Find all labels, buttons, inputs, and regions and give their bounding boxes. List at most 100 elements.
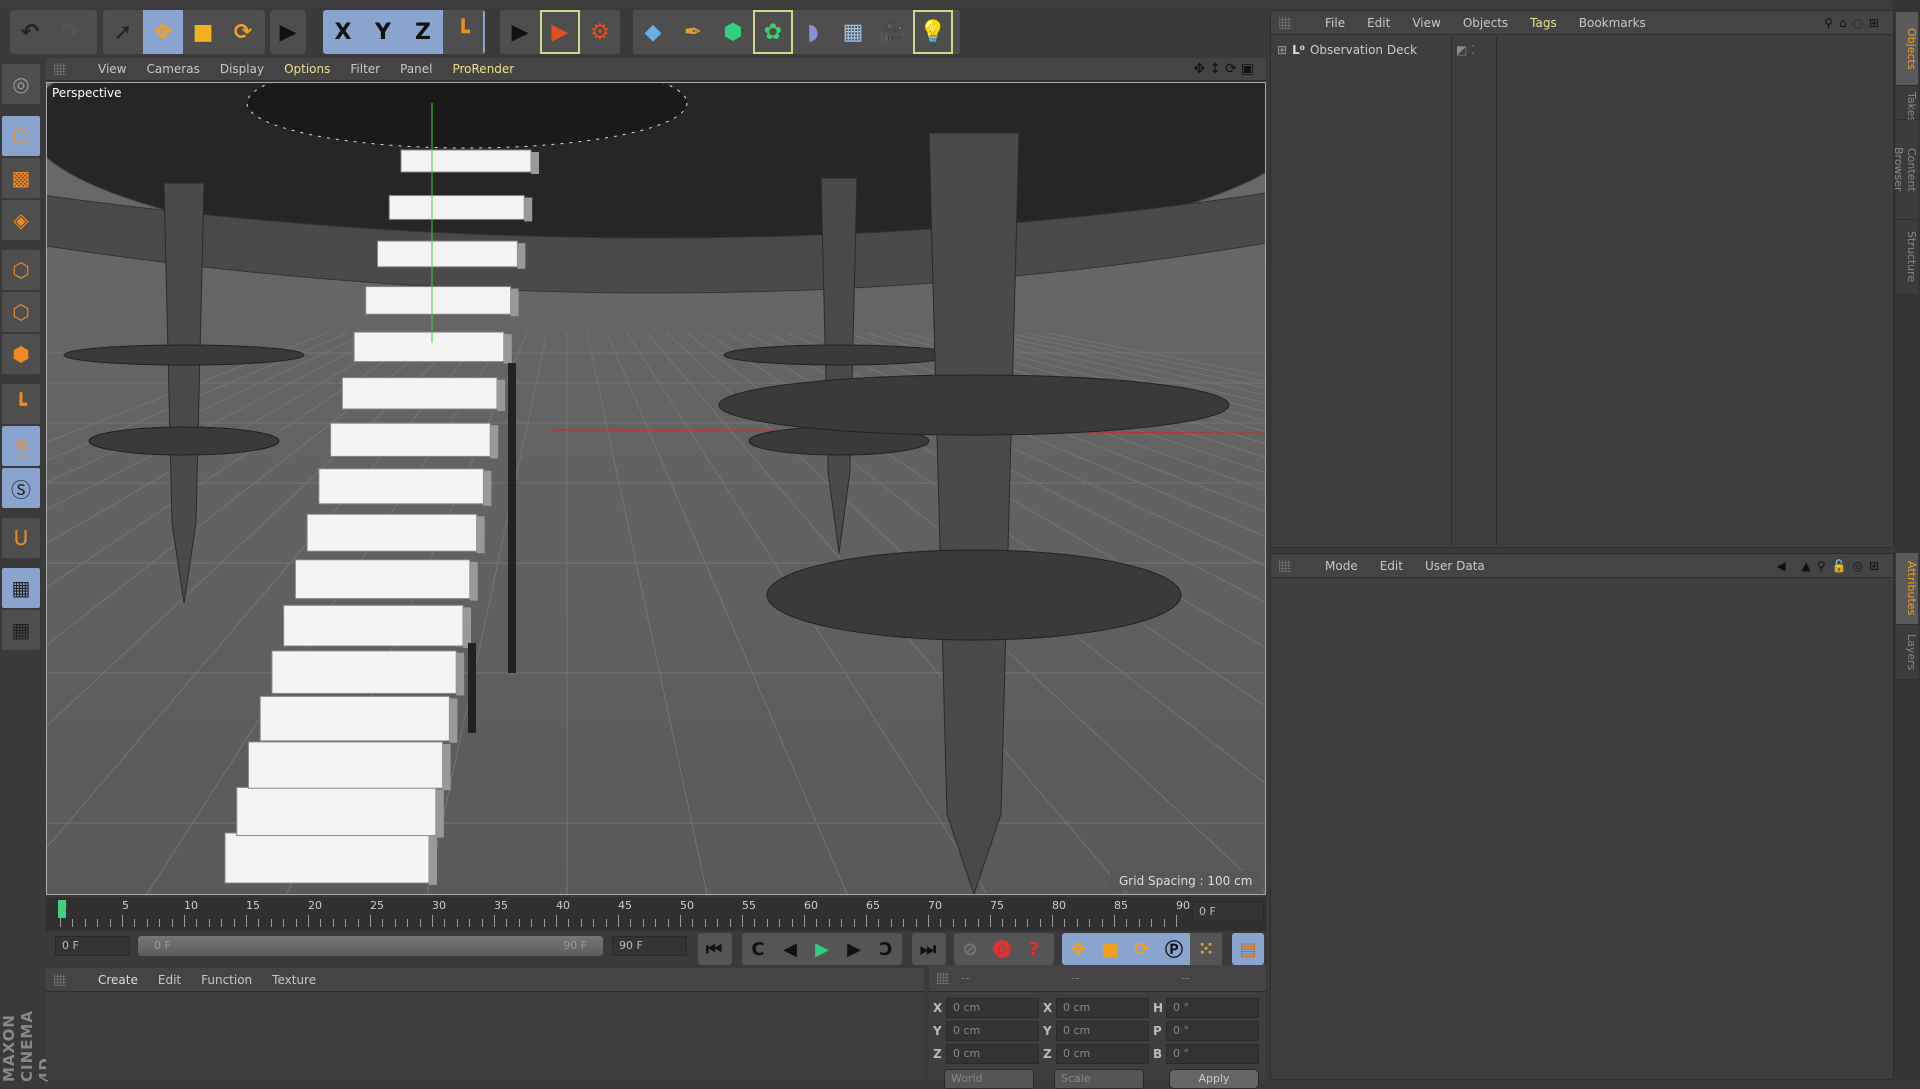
am-menu-mode[interactable]: Mode: [1325, 559, 1358, 573]
viewport-menu-filter[interactable]: Filter: [350, 62, 380, 76]
texture-mode-icon[interactable]: ▩: [2, 158, 40, 198]
coord-value-field[interactable]: 0 cm: [946, 1021, 1039, 1041]
current-frame-field[interactable]: 0 F: [1192, 902, 1264, 922]
undo-button[interactable]: ↶: [10, 10, 50, 54]
tab-structure[interactable]: Structure: [1896, 220, 1918, 295]
viewport-menu-view[interactable]: View: [98, 62, 126, 76]
coord-mode-dropdown[interactable]: Scale: [1054, 1069, 1144, 1089]
move-tool-icon[interactable]: ✥: [143, 10, 183, 54]
prev-key-icon[interactable]: C: [742, 933, 774, 965]
autokey-icon[interactable]: ⓿: [986, 933, 1018, 965]
coord-system-dropdown[interactable]: World: [944, 1069, 1034, 1089]
panel-grip[interactable]: [54, 973, 66, 986]
light-icon[interactable]: 💡: [913, 10, 953, 54]
workplane-lock-icon[interactable]: ▦: [2, 568, 40, 608]
go-to-start-icon[interactable]: ⏮: [698, 933, 730, 965]
panel-grip[interactable]: [54, 63, 66, 75]
viewport-menu-cameras[interactable]: Cameras: [146, 62, 199, 76]
om-menu-file[interactable]: File: [1325, 16, 1345, 30]
frame-range-slider[interactable]: 0 F 90 F: [138, 936, 603, 956]
panel-grip[interactable]: [1279, 559, 1291, 572]
object-name[interactable]: Observation Deck: [1310, 43, 1417, 57]
panel-grip[interactable]: [937, 972, 949, 984]
render-view-icon[interactable]: ▶: [500, 10, 540, 54]
viewport-menu-prorender[interactable]: ProRender: [452, 62, 514, 76]
coord-value-field[interactable]: 0 °: [1166, 1044, 1259, 1064]
panel-grip[interactable]: [1279, 16, 1291, 29]
apply-button[interactable]: Apply: [1169, 1069, 1259, 1089]
solo-icon[interactable]: Ⓢ: [2, 468, 40, 508]
axis-mode-icon[interactable]: ┗: [2, 384, 40, 424]
tab-objects[interactable]: Objects: [1896, 12, 1918, 86]
coord-value-field[interactable]: 0 cm: [1056, 1021, 1149, 1041]
select-tool-icon[interactable]: ➚: [103, 10, 143, 54]
subdivision-icon[interactable]: ⬢: [713, 10, 753, 54]
viewport-menu-options[interactable]: Options: [284, 62, 330, 76]
coord-value-field[interactable]: 0 cm: [946, 998, 1039, 1018]
viewport-3d[interactable]: Perspective Grid Spacing : 100 cm: [46, 82, 1266, 895]
prev-frame-icon[interactable]: ◀: [774, 933, 806, 965]
asset-browser-icon[interactable]: ◎: [2, 64, 40, 104]
coord-value-field[interactable]: 0 cm: [1056, 1044, 1149, 1064]
y-axis-lock-button[interactable]: Y: [363, 10, 403, 54]
object-row[interactable]: ⊞ L⁰ Observation Deck ◩ ⁚: [1271, 38, 1891, 62]
next-frame-icon[interactable]: ▶: [838, 933, 870, 965]
redo-button[interactable]: ↷: [50, 10, 90, 54]
visibility-dots-icon[interactable]: ◩ ⁚: [1456, 43, 1475, 57]
x-axis-lock-button[interactable]: X: [323, 10, 363, 54]
rotate-tool-icon[interactable]: ⟳: [223, 10, 263, 54]
record-disabled-icon[interactable]: ⊘: [954, 933, 986, 965]
material-menu-edit[interactable]: Edit: [158, 973, 181, 987]
edges-mode-icon[interactable]: ⬡: [2, 292, 40, 332]
am-menu-userdata[interactable]: User Data: [1425, 559, 1485, 573]
key-pla-icon[interactable]: ⁙: [1190, 933, 1222, 965]
floor-icon[interactable]: ▦: [833, 10, 873, 54]
go-to-end-icon[interactable]: ⏭: [912, 933, 944, 965]
key-rotation-icon[interactable]: ⟳: [1126, 933, 1158, 965]
om-menu-tags[interactable]: Tags: [1530, 16, 1557, 30]
coordinate-system-icon[interactable]: ┗: [443, 10, 483, 54]
timeline-ruler[interactable]: 051015202530354045505560657075808590: [46, 897, 1266, 931]
play-icon[interactable]: ▶: [806, 933, 838, 965]
coord-value-field[interactable]: 0 cm: [1056, 998, 1149, 1018]
workplane-align-icon[interactable]: ▦: [2, 610, 40, 650]
viewport-menu-display[interactable]: Display: [220, 62, 264, 76]
points-mode-icon[interactable]: ⬡: [2, 250, 40, 290]
key-scale-icon[interactable]: ■: [1094, 933, 1126, 965]
key-param-icon[interactable]: Ⓟ: [1158, 933, 1190, 965]
model-mode-icon[interactable]: ⬡: [2, 116, 40, 156]
am-toolbar-icons[interactable]: ◀ ▲⚲🔓◎⊞: [1776, 559, 1885, 573]
viewport-nav-icons[interactable]: ✥↕⟳▣: [1194, 61, 1258, 77]
om-menu-bookmarks[interactable]: Bookmarks: [1579, 16, 1646, 30]
playhead[interactable]: [58, 900, 66, 918]
render-picture-viewer-icon[interactable]: ▶: [540, 10, 580, 54]
render-region-icon[interactable]: ▶: [270, 10, 306, 54]
expand-icon[interactable]: ⊞: [1277, 43, 1287, 57]
scale-tool-icon[interactable]: ■: [183, 10, 223, 54]
end-frame-field[interactable]: 90 F: [612, 936, 687, 956]
pen-spline-icon[interactable]: ✒: [673, 10, 713, 54]
coord-value-field[interactable]: 0 °: [1166, 1021, 1259, 1041]
om-toolbar-icons[interactable]: ⚲⌂◌⊞: [1824, 16, 1885, 30]
cube-icon[interactable]: ◆: [633, 10, 673, 54]
timeline-window-icon[interactable]: ▤: [1232, 933, 1264, 965]
tab-attributes[interactable]: Attributes: [1896, 553, 1918, 625]
polygons-mode-icon[interactable]: ⬢: [2, 334, 40, 374]
tab-layers[interactable]: Layers: [1896, 625, 1918, 680]
z-axis-lock-button[interactable]: Z: [403, 10, 443, 54]
tweak-mode-icon[interactable]: 🖱: [2, 426, 40, 466]
coord-value-field[interactable]: 0 °: [1166, 998, 1259, 1018]
deformer-icon[interactable]: ◗: [793, 10, 833, 54]
am-menu-edit[interactable]: Edit: [1380, 559, 1403, 573]
material-menu-texture[interactable]: Texture: [272, 973, 316, 987]
next-key-icon[interactable]: Ↄ: [870, 933, 902, 965]
keyframe-selection-icon[interactable]: ?: [1018, 933, 1050, 965]
snap-magnet-icon[interactable]: U: [2, 518, 40, 558]
material-area[interactable]: [46, 993, 924, 1080]
material-menu-function[interactable]: Function: [201, 973, 252, 987]
coord-value-field[interactable]: 0 cm: [946, 1044, 1039, 1064]
om-menu-objects[interactable]: Objects: [1463, 16, 1508, 30]
tab-takes[interactable]: Takes: [1896, 86, 1918, 122]
material-menu-create[interactable]: Create: [98, 973, 138, 987]
viewport-menu-panel[interactable]: Panel: [400, 62, 432, 76]
